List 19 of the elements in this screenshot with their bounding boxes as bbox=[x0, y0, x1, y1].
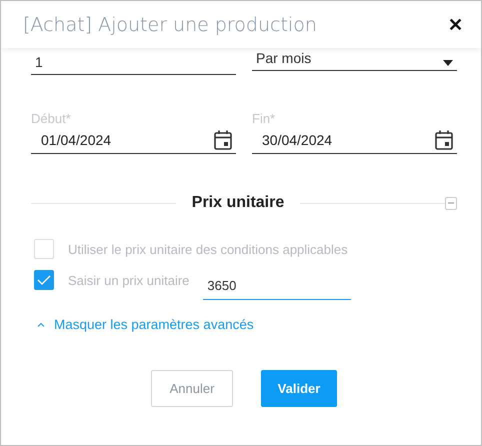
date-field[interactable]: 30/04/2024 bbox=[252, 130, 457, 154]
field-label: Fin* bbox=[252, 111, 276, 126]
calendar-icon[interactable] bbox=[214, 130, 232, 150]
close-button[interactable]: ✕ bbox=[448, 14, 463, 36]
section-title: Prix unitaire bbox=[190, 194, 286, 212]
caret-icon bbox=[443, 60, 453, 66]
chevron-up-icon bbox=[37, 322, 45, 327]
window-title: [Achat] Ajouter une production bbox=[23, 14, 317, 36]
checkbox[interactable] bbox=[34, 270, 54, 290]
input-field[interactable]: 1 bbox=[31, 48, 236, 75]
field-label: Début* bbox=[31, 111, 72, 126]
calendar-icon[interactable] bbox=[435, 130, 453, 150]
check-icon bbox=[37, 275, 51, 285]
option-label: Utiliser le prix unitaire des conditions applicables bbox=[68, 242, 348, 256]
date-field[interactable]: 01/04/2024 bbox=[31, 130, 236, 154]
price-field[interactable]: 3650 bbox=[203, 274, 352, 300]
option-label: Saisir un prix unitaire bbox=[68, 272, 190, 288]
collapse-button[interactable] bbox=[445, 196, 458, 210]
dropdown[interactable]: Par mois bbox=[252, 48, 457, 71]
